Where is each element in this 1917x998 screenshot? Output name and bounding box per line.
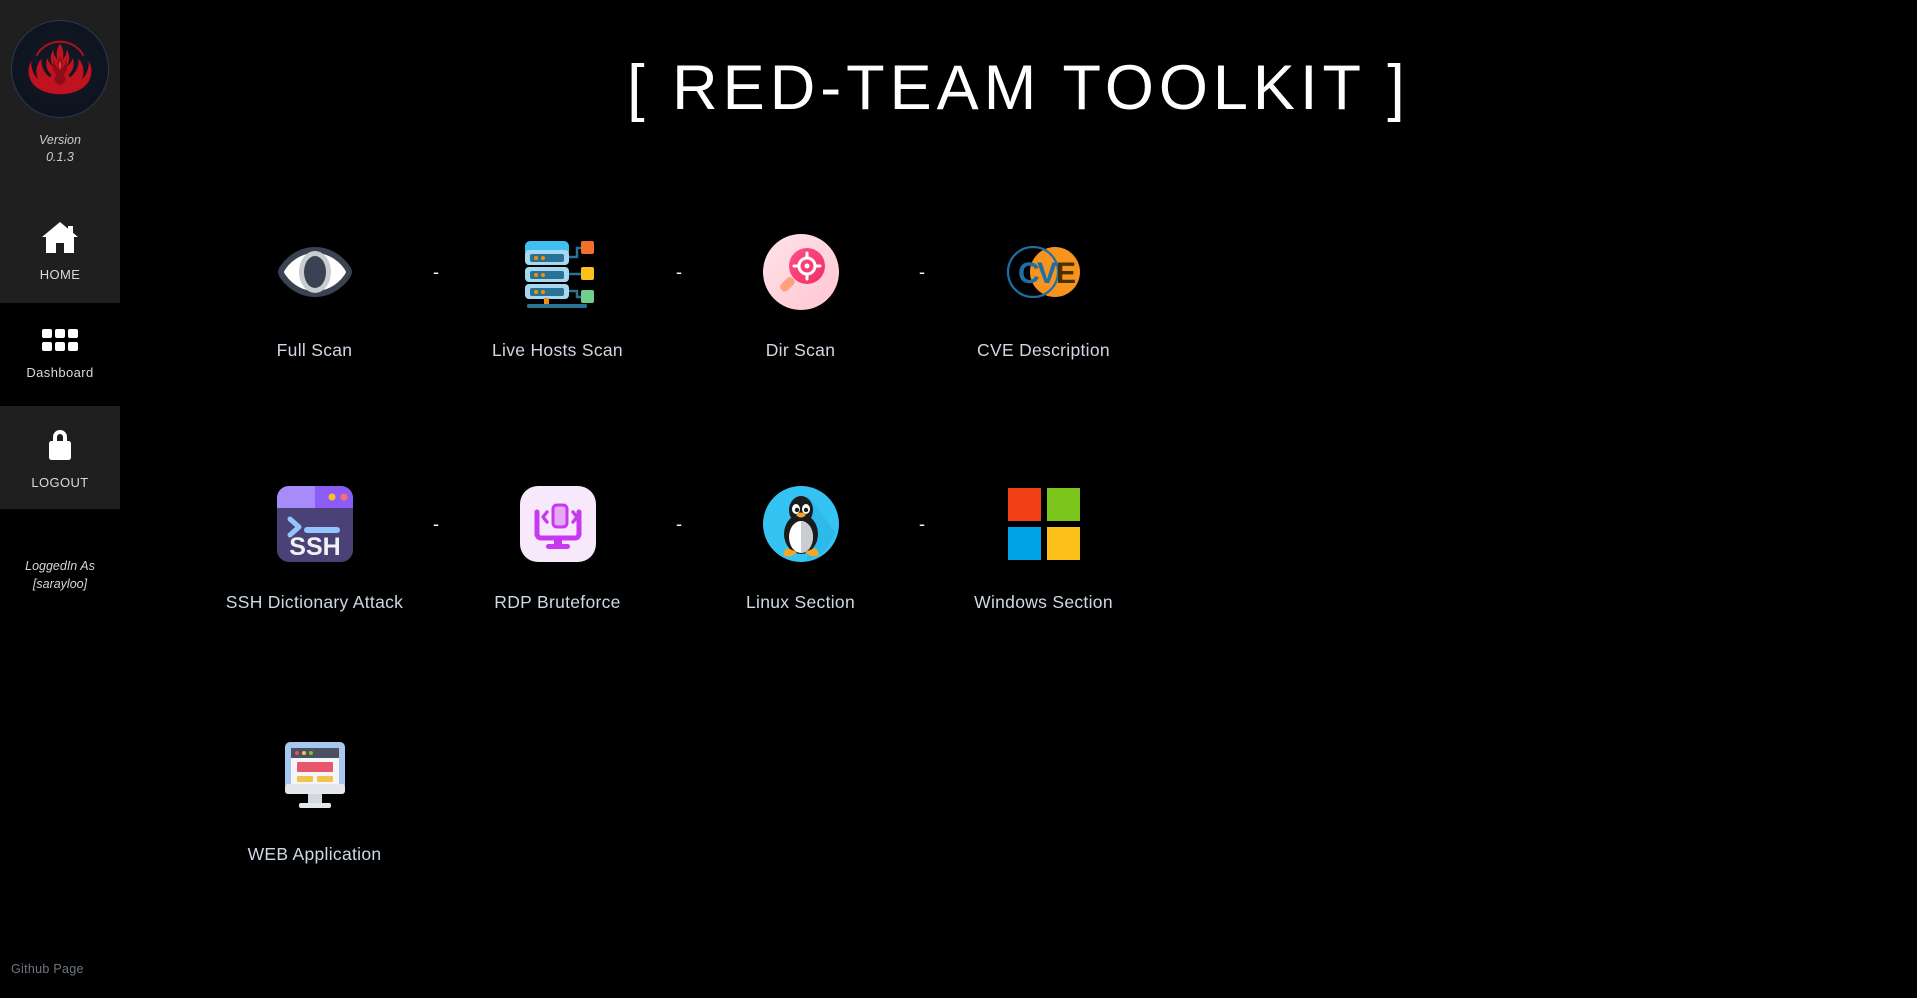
team-valor-phoenix-logo (11, 20, 109, 118)
page-title: [ RED-TEAM TOOLKIT ] (627, 53, 1410, 123)
lock-icon (44, 426, 76, 467)
tool-label: Dir Scan (765, 340, 836, 360)
separator-dash: - (919, 262, 925, 282)
version-info: Version 0.1.3 (39, 132, 81, 166)
tool-label: CVE Description (977, 340, 1110, 360)
app-root: Version 0.1.3 HOME Dashboard LOGOUT Logg… (0, 0, 1917, 998)
eye-icon (277, 226, 352, 318)
magnifier-target-icon (762, 226, 839, 318)
logged-in-info: LoggedIn As [sarayloo] (0, 557, 120, 593)
version-number: 0.1.3 (46, 150, 74, 164)
linux-penguin-icon (762, 478, 839, 570)
home-icon (41, 221, 79, 259)
tool-label: Linux Section (746, 592, 855, 612)
sidebar-item-home-label: HOME (39, 267, 81, 282)
web-browser-monitor-icon (277, 730, 353, 822)
tool-grid: Full Scan - Live Hosts Scan - Dir Scan -… (120, 226, 1917, 982)
tool-full-scan[interactable]: Full Scan (200, 226, 429, 361)
rdp-monitor-icon (519, 478, 596, 570)
tool-cve-description[interactable]: C V E CVE Description (929, 226, 1158, 361)
separator-dash: - (676, 514, 682, 534)
sidebar-logo-block: Version 0.1.3 (0, 0, 120, 200)
main-content: [ RED-TEAM TOOLKIT ] Full Scan - Live Ho… (120, 0, 1917, 998)
sidebar: Version 0.1.3 HOME Dashboard LOGOUT Logg… (0, 0, 120, 998)
sidebar-item-dashboard[interactable]: Dashboard (0, 303, 120, 406)
phoenix-icon (28, 40, 92, 95)
tool-row: SSH SSH Dictionary Attack - RDP Brutefor… (200, 478, 1917, 730)
logged-in-username: [sarayloo] (32, 577, 88, 591)
tool-label: RDP Bruteforce (494, 592, 621, 612)
tool-label: Live Hosts Scan (492, 340, 623, 360)
tool-row: Full Scan - Live Hosts Scan - Dir Scan -… (200, 226, 1917, 478)
tool-live-hosts-scan[interactable]: Live Hosts Scan (443, 226, 672, 361)
tool-dir-scan[interactable]: Dir Scan (686, 226, 915, 361)
grid-icon (41, 329, 79, 357)
tool-row: WEB Application (200, 730, 1917, 982)
tool-rdp-bruteforce[interactable]: RDP Bruteforce (443, 478, 672, 613)
svg-text:V: V (1037, 257, 1057, 290)
separator-dash: - (676, 262, 682, 282)
tool-label: Full Scan (276, 340, 353, 360)
cve-logo-icon: C V E (1004, 226, 1084, 318)
sidebar-item-logout-label: LOGOUT (31, 474, 89, 490)
github-page-link[interactable]: Github Page (11, 962, 84, 976)
server-network-icon (519, 226, 597, 318)
tool-label: Windows Section (974, 592, 1113, 612)
tool-label: SSH Dictionary Attack (225, 592, 404, 612)
sidebar-item-home[interactable]: HOME (0, 200, 120, 303)
version-label: Version (39, 133, 81, 147)
ssh-terminal-icon: SSH (276, 478, 353, 570)
sidebar-item-logout[interactable]: LOGOUT (0, 406, 120, 509)
tool-label: WEB Application (247, 844, 382, 864)
tool-ssh-dictionary-attack[interactable]: SSH SSH Dictionary Attack (200, 478, 429, 613)
svg-text:SSH: SSH (289, 533, 340, 561)
svg-text:E: E (1056, 257, 1076, 290)
logged-in-label: LoggedIn As (25, 559, 95, 573)
separator-dash: - (919, 514, 925, 534)
windows-logo-icon (1007, 478, 1080, 570)
tool-web-application[interactable]: WEB Application (200, 730, 429, 865)
tool-linux-section[interactable]: Linux Section (686, 478, 915, 613)
tool-windows-section[interactable]: Windows Section (929, 478, 1158, 613)
sidebar-item-dashboard-label: Dashboard (26, 365, 94, 380)
separator-dash: - (433, 514, 439, 534)
separator-dash: - (433, 262, 439, 282)
